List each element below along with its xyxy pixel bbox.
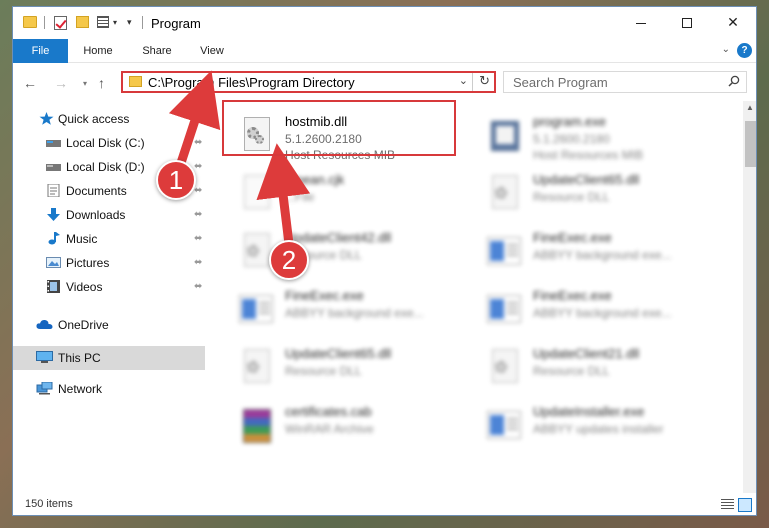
highlight-box [222, 100, 456, 156]
annotation-arrows [168, 70, 311, 257]
step-badge-1: 1 [156, 160, 196, 200]
step-badge-2: 2 [269, 240, 309, 280]
